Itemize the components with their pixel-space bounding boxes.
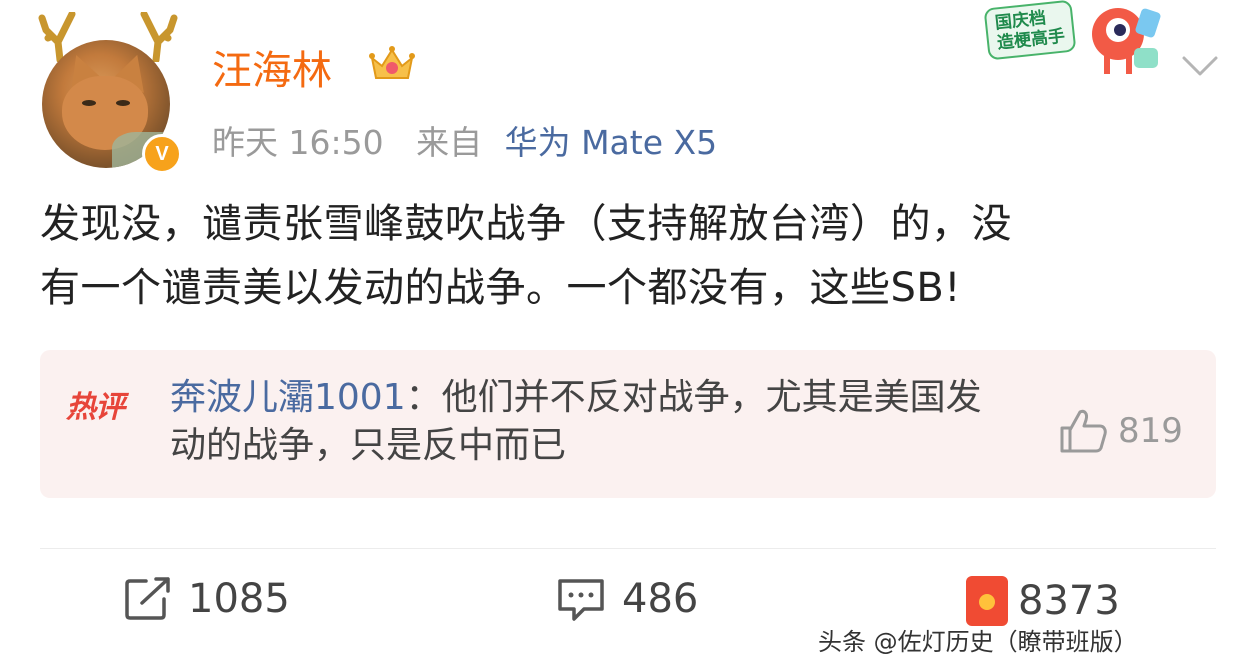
- comment-count: 486: [622, 576, 699, 622]
- post-meta: 昨天 16:50 来自 华为 Mate X5: [212, 116, 717, 164]
- red-packet-icon: [966, 576, 1008, 626]
- hot-comment-user[interactable]: 奔波儿灞1001: [170, 377, 406, 418]
- like-button[interactable]: 8373: [966, 576, 1120, 626]
- hot-comment[interactable]: 热评 奔波儿灞1001：他们并不反对战争，尤其是美国发动的战争，只是反中而已 8…: [40, 350, 1216, 498]
- verified-badge-icon: V: [142, 134, 182, 174]
- repost-icon: [125, 577, 170, 620]
- username[interactable]: 汪海林: [212, 38, 332, 96]
- chevron-down-icon[interactable]: [1180, 52, 1220, 80]
- hot-comment-text: 奔波儿灞1001：他们并不反对战争，尤其是美国发动的战争，只是反中而已: [170, 377, 982, 466]
- like-count: 8373: [1018, 578, 1120, 624]
- crown-icon: [369, 46, 415, 79]
- post-time: 昨天 16:50: [212, 123, 384, 162]
- repost-count: 1085: [188, 576, 290, 622]
- mascot-icon: [1092, 8, 1161, 74]
- comment-button[interactable]: 486: [556, 576, 698, 622]
- hot-comment-like-button[interactable]: 819: [1058, 408, 1183, 454]
- avatar-wrapper[interactable]: V: [34, 12, 184, 174]
- post-body: 发现没，谴责张雪峰鼓吹战争（支持解放台湾）的，没 有一个谴责美以发动的战争。一个…: [40, 201, 1012, 311]
- device-link[interactable]: 华为 Mate X5: [505, 123, 718, 162]
- hot-comment-like-count: 819: [1118, 411, 1183, 451]
- promo-tag: 国庆档 造梗高手: [983, 0, 1077, 61]
- comment-icon: [558, 579, 604, 621]
- divider: [40, 548, 1216, 549]
- hot-comment-label: 热评: [66, 390, 125, 425]
- from-label: 来自: [416, 123, 483, 162]
- promo-banner[interactable]: 国庆档 造梗高手: [983, 0, 1176, 80]
- thumb-up-icon: [1060, 409, 1107, 453]
- repost-button[interactable]: 1085: [124, 576, 290, 622]
